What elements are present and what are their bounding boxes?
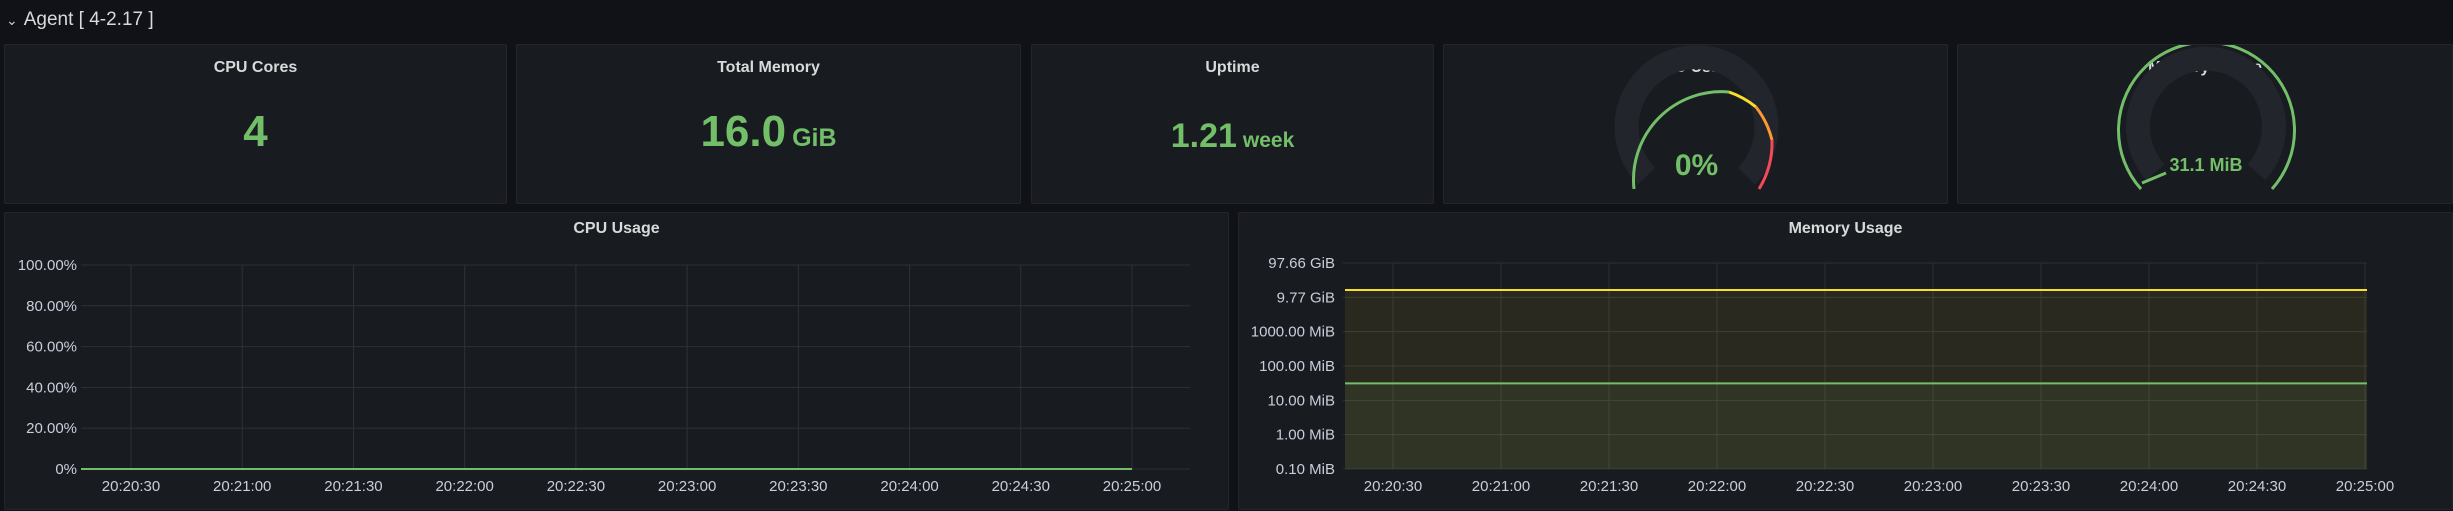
- uptime-value: 1.21: [1170, 117, 1237, 155]
- x-tick-label: 20:25:00: [1103, 478, 1161, 495]
- uptime-unit: week: [1242, 129, 1295, 152]
- row-header[interactable]: ⌄ Agent [ 4-2.17 ]: [6, 6, 154, 34]
- x-tick-label: 20:21:30: [1580, 478, 1638, 495]
- memory-gauge-panel[interactable]: Memory Usage 31.1 MiB: [1957, 44, 2453, 204]
- cpu-gauge: 0%: [1614, 45, 1779, 190]
- cpu-cores-panel[interactable]: CPU Cores 4: [4, 44, 507, 204]
- y-tick-label: 0%: [55, 461, 77, 478]
- x-tick-label: 20:21:00: [213, 478, 271, 495]
- x-tick-label: 20:24:00: [880, 478, 938, 495]
- y-tick-label: 40.00%: [26, 379, 77, 396]
- y-tick-label: 97.66 GiB: [1268, 255, 1335, 272]
- memory-gauge: 31.1 MiB: [2117, 45, 2296, 190]
- row-title: Agent [ 4-2.17 ]: [23, 9, 154, 30]
- stat-value: 1.21 week: [1032, 117, 1433, 156]
- x-tick-label: 20:24:00: [2120, 478, 2178, 495]
- panel-title: Total Memory: [717, 59, 820, 76]
- cpu-gauge-value: 0%: [1675, 149, 1718, 182]
- x-tick-label: 20:23:30: [2012, 478, 2070, 495]
- cpu-usage-chart-panel[interactable]: CPU Usage 100.00% 80.00% 60.00% 40.00% 20.00…: [4, 212, 1229, 510]
- total-memory-panel[interactable]: Total Memory 16.0 GiB: [516, 44, 1021, 204]
- cpu-cores-value: 4: [243, 107, 268, 156]
- stat-value: 16.0 GiB: [517, 107, 1020, 157]
- x-tick-label: 20:20:30: [102, 478, 160, 495]
- memory-gauge-value: 31.1 MiB: [2169, 155, 2242, 175]
- memory-usage-chart: 97.66 GiB 9.77 GiB 1000.00 MiB 100.00 MiB 10…: [1251, 255, 2394, 495]
- y-tick-label: 1.00 MiB: [1276, 427, 1335, 444]
- stat-value: 4: [5, 107, 506, 157]
- total-memory-unit: GiB: [792, 124, 837, 152]
- cpu-usage-chart: 100.00% 80.00% 60.00% 40.00% 20.00% 0% 20:20:3…: [18, 257, 1190, 495]
- x-tick-label: 20:25:00: [2336, 478, 2394, 495]
- panel-title: Uptime: [1205, 59, 1260, 76]
- x-tick-label: 20:24:30: [2228, 478, 2286, 495]
- y-tick-label: 10.00 MiB: [1267, 392, 1335, 409]
- x-tick-label: 20:22:30: [1796, 478, 1854, 495]
- x-tick-label: 20:23:00: [658, 478, 716, 495]
- memory-usage-chart-panel[interactable]: Memory Usage 97.66 GiB 9.77 GiB 1000.00 Mi…: [1238, 212, 2453, 510]
- uptime-panel[interactable]: Uptime 1.21 week: [1031, 44, 1434, 204]
- x-tick-label: 20:21:30: [324, 478, 382, 495]
- x-tick-label: 20:20:30: [1364, 478, 1422, 495]
- y-tick-label: 9.77 GiB: [1277, 289, 1335, 306]
- x-tick-label: 20:22:00: [1688, 478, 1746, 495]
- x-tick-label: 20:21:00: [1472, 478, 1530, 495]
- panel-title: CPU Cores: [213, 59, 298, 76]
- x-tick-label: 20:22:00: [435, 478, 493, 495]
- x-tick-label: 20:22:30: [547, 478, 605, 495]
- y-tick-label: 80.00%: [26, 298, 77, 315]
- chevron-down-icon[interactable]: ⌄: [6, 12, 18, 29]
- total-memory-value: 16.0: [700, 107, 787, 156]
- cpu-gauge-panel[interactable]: CPU Usage 0%: [1443, 44, 1948, 204]
- x-tick-label: 20:23:00: [1904, 478, 1962, 495]
- y-tick-label: 0.10 MiB: [1276, 461, 1335, 478]
- y-tick-label: 60.00%: [26, 339, 77, 356]
- y-tick-label: 100.00%: [18, 257, 77, 274]
- y-tick-label: 100.00 MiB: [1259, 358, 1335, 375]
- x-tick-label: 20:23:30: [769, 478, 827, 495]
- y-tick-label: 1000.00 MiB: [1251, 324, 1335, 341]
- memory-series-area: [1345, 383, 2367, 469]
- y-tick-label: 20.00%: [26, 420, 77, 437]
- x-tick-label: 20:24:30: [992, 478, 1050, 495]
